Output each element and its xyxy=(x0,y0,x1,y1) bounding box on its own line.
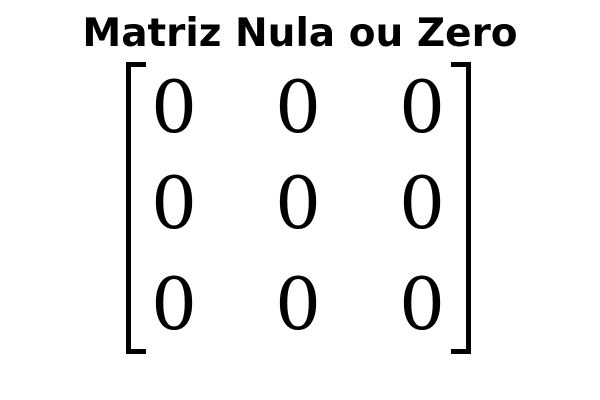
matrix-cell-r1-c2: 0 xyxy=(275,65,321,149)
matrix-cell-r3-c3: 0 xyxy=(399,262,445,346)
matrix-cell-r1-c3: 0 xyxy=(399,65,445,149)
matrix-cell-r2-c1: 0 xyxy=(151,161,197,245)
matrix-cell-r1-c1: 0 xyxy=(151,65,197,149)
matrix-cell-r3-c1: 0 xyxy=(151,262,197,346)
matrix-cell-r2-c3: 0 xyxy=(399,161,445,245)
matrix-cell-r3-c2: 0 xyxy=(275,262,321,346)
zero-matrix: 0 0 0 0 0 0 0 0 0 xyxy=(0,0,600,400)
matrix-cell-r2-c2: 0 xyxy=(275,161,321,245)
